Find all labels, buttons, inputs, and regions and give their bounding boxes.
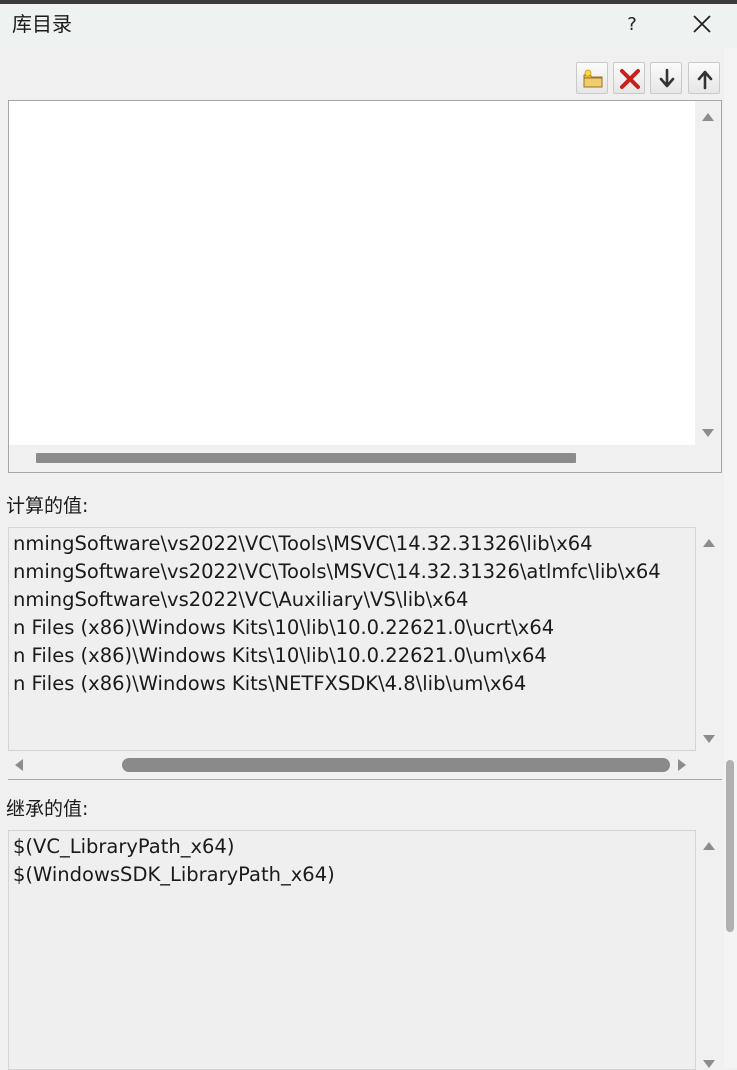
inherited-values-label: 继承的值: [6, 798, 89, 820]
scroll-down-arrow-icon[interactable] [703, 735, 715, 743]
computed-values-horizontal-scroll-thumb[interactable] [122, 758, 670, 772]
computed-values-label: 计算的值: [6, 495, 89, 517]
computed-values-vertical-scrollbar[interactable] [697, 527, 721, 751]
scroll-right-arrow-icon[interactable] [678, 759, 686, 771]
inherited-value-line: $(VC_LibraryPath_x64) [13, 835, 235, 858]
scroll-up-arrow-icon[interactable] [702, 113, 714, 121]
help-button[interactable]: ? [622, 12, 642, 38]
computed-value-line: nmingSoftware\vs2022\VC\Tools\MSVC\14.32… [13, 560, 661, 583]
close-icon [693, 15, 711, 33]
window-title: 库目录 [12, 12, 72, 36]
scroll-down-arrow-icon[interactable] [702, 429, 714, 437]
computed-value-line: nmingSoftware\vs2022\VC\Tools\MSVC\14.32… [13, 532, 593, 555]
directory-list[interactable] [9, 101, 695, 445]
scroll-down-arrow-icon[interactable] [703, 1060, 715, 1068]
scroll-up-arrow-icon[interactable] [703, 842, 715, 850]
computed-value-line: nmingSoftware\vs2022\VC\Auxiliary\VS\lib… [13, 588, 469, 611]
arrow-up-icon [697, 70, 713, 90]
arrow-down-icon [659, 68, 675, 88]
scroll-left-arrow-icon[interactable] [15, 759, 23, 771]
directory-list-horizontal-scroll-thumb[interactable] [36, 453, 576, 463]
window-top-edge [0, 0, 737, 4]
divider [8, 779, 722, 780]
inherited-value-line: $(WindowsSDK_LibraryPath_x64) [13, 863, 335, 886]
close-button[interactable] [688, 10, 716, 38]
move-up-button[interactable] [688, 62, 720, 94]
new-folder-icon [583, 69, 603, 88]
inherited-values-vertical-scrollbar[interactable] [697, 830, 721, 1068]
dialog-scroll-thumb[interactable] [726, 760, 734, 932]
computed-values-box: nmingSoftware\vs2022\VC\Tools\MSVC\14.32… [8, 527, 696, 751]
move-down-button[interactable] [650, 62, 682, 94]
inherited-values-box: $(VC_LibraryPath_x64) $(WindowsSDK_Libra… [8, 830, 696, 1070]
scroll-up-arrow-icon[interactable] [703, 539, 715, 547]
computed-value-line: n Files (x86)\Windows Kits\10\lib\10.0.2… [13, 644, 547, 667]
delete-line-button[interactable] [613, 62, 645, 94]
computed-value-line: n Files (x86)\Windows Kits\NETFXSDK\4.8\… [13, 672, 527, 695]
computed-value-line: n Files (x86)\Windows Kits\10\lib\10.0.2… [13, 616, 555, 639]
new-line-button[interactable] [576, 62, 608, 94]
directory-list-vertical-scrollbar[interactable] [695, 101, 721, 445]
computed-values-list: nmingSoftware\vs2022\VC\Tools\MSVC\14.32… [9, 528, 695, 750]
delete-x-icon [620, 69, 640, 89]
